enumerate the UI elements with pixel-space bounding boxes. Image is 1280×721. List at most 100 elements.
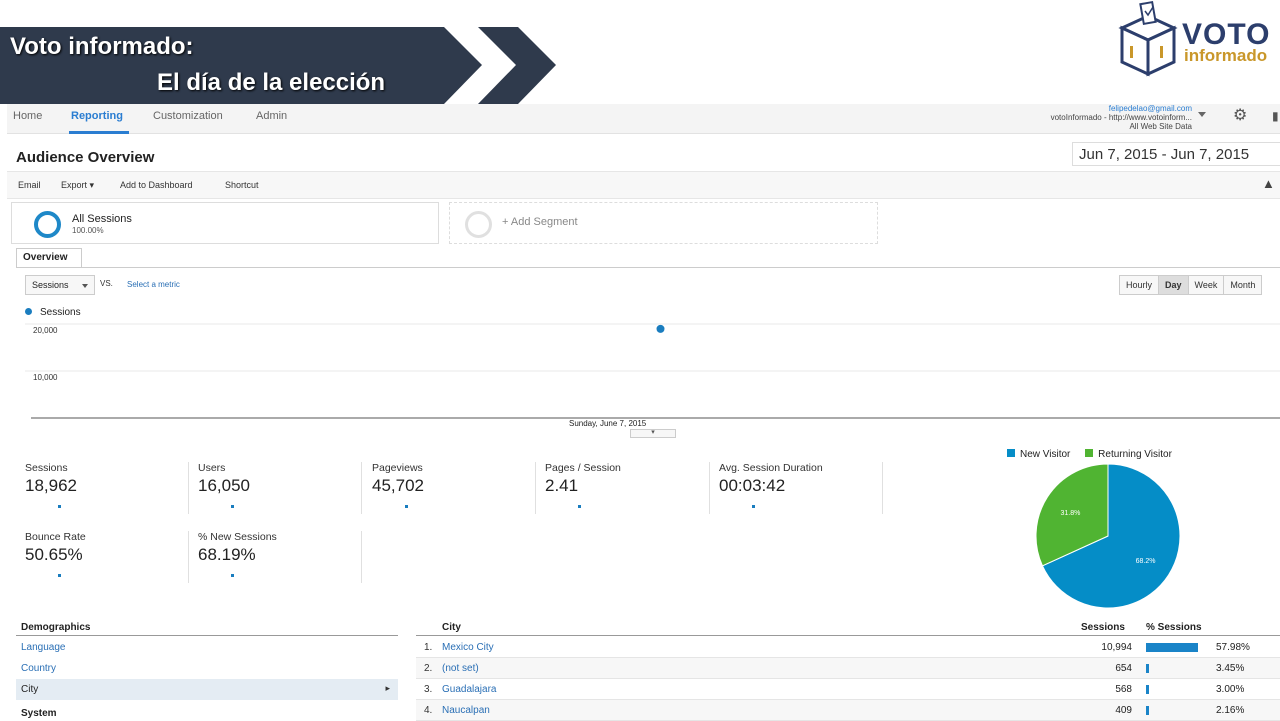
account-view: All Web Site Data (1129, 122, 1192, 131)
bell-icon[interactable]: ▮ (1272, 109, 1280, 123)
pie-slices: 68.2% 31.8% (1035, 464, 1181, 609)
row-number: 2. (424, 663, 433, 674)
city-link[interactable]: Mexico City (442, 642, 494, 653)
row-pct: 3.00% (1216, 684, 1245, 695)
legend-swatch (1007, 449, 1015, 457)
tab-divider (16, 267, 1280, 268)
demographics-language[interactable]: Language (16, 637, 398, 658)
metric-sessions[interactable]: Sessions 18,962 (25, 462, 199, 517)
banner-line-2: El día de la elección (157, 69, 386, 96)
share-bar (1146, 643, 1199, 652)
metric-pages-per-session[interactable]: Pages / Session 2.41 (545, 462, 719, 517)
top-navigation: Home Reporting Customization Admin felip… (7, 104, 1280, 134)
export-button[interactable]: Export ▾ (61, 180, 94, 191)
metric-value: 18,962 (25, 476, 77, 495)
sparkline (752, 505, 755, 508)
row-pct: 3.45% (1216, 663, 1245, 674)
segment-all-sessions[interactable]: All Sessions 100.00% (11, 202, 439, 244)
add-segment-button[interactable]: + Add Segment (449, 202, 878, 244)
metric-bounce-rate[interactable]: Bounce Rate 50.65% (25, 531, 199, 586)
slide-banner: Voto informado: El día de la elección (0, 27, 440, 104)
city-table-header: City Sessions % Sessions (416, 622, 1280, 636)
chevron-down-icon (82, 284, 88, 288)
nav-reporting[interactable]: Reporting (71, 110, 123, 122)
metric-label: Avg. Session Duration (719, 462, 823, 474)
metric-label: Pages / Session (545, 462, 621, 474)
system-heading: System (21, 708, 57, 719)
metric-value: 16,050 (198, 476, 250, 495)
month-button[interactable]: Month (1223, 275, 1263, 295)
sparkline (231, 505, 234, 508)
ballot-box-icon (1118, 0, 1178, 77)
report-actions-bar: Email Export ▾ Add to Dashboard Shortcut (7, 171, 1280, 199)
sparkline (405, 505, 408, 508)
date-range-picker[interactable]: Jun 7, 2015 - Jun 7, 2015 (1072, 142, 1280, 166)
logo-word-informado: informado (1184, 46, 1268, 65)
demographics-heading: Demographics (16, 622, 398, 636)
row-pct: 2.16% (1216, 705, 1245, 716)
metric-pageviews[interactable]: Pageviews 45,702 (372, 462, 546, 517)
metric-label: Users (198, 462, 226, 474)
metric-new-sessions[interactable]: % New Sessions 68.19% (198, 531, 372, 586)
segment-ring-icon (34, 211, 61, 238)
day-button[interactable]: Day (1158, 275, 1189, 295)
city-link[interactable]: Naucalpan (442, 705, 490, 716)
row-number: 3. (424, 684, 433, 695)
metric-divider (188, 462, 189, 514)
pie-legend: New Visitor Returning Visitor (1007, 449, 1172, 460)
chevron-down-icon[interactable] (1198, 112, 1206, 117)
metric-label: Sessions (25, 462, 68, 474)
demographics-country[interactable]: Country (16, 658, 398, 679)
nav-customization[interactable]: Customization (153, 110, 223, 122)
col-city[interactable]: City (442, 622, 461, 633)
week-button[interactable]: Week (1187, 275, 1225, 295)
metric-divider (361, 531, 362, 583)
granularity-buttons: Hourly Day Week Month (1119, 275, 1263, 295)
metric-users[interactable]: Users 16,050 (198, 462, 372, 517)
chart-resize-handle[interactable]: ▾ (630, 429, 676, 438)
graduation-cap-icon[interactable]: ▲ (1262, 176, 1275, 191)
y-tick-20000: 20,000 (33, 326, 58, 335)
legend-returning-visitor: Returning Visitor (1098, 449, 1172, 460)
select-metric-link[interactable]: Select a metric (127, 280, 180, 289)
account-property: votoInformado - http://www.votoinform... (1050, 113, 1192, 122)
demographics-city[interactable]: City ▸ (16, 679, 398, 700)
shortcut-button[interactable]: Shortcut (225, 180, 259, 190)
metric-label: Pageviews (372, 462, 423, 474)
metric-dropdown[interactable]: Sessions (25, 275, 95, 295)
account-selector[interactable]: felipedelao@gmail.com votoInformado - ht… (967, 104, 1192, 131)
metric-avg-session-duration[interactable]: Avg. Session Duration 00:03:42 (719, 462, 893, 517)
city-link[interactable]: (not set) (442, 663, 479, 674)
account-email: felipedelao@gmail.com (1108, 104, 1192, 113)
metric-divider (535, 462, 536, 514)
nav-admin[interactable]: Admin (256, 110, 287, 122)
segment-name: All Sessions (72, 213, 132, 225)
share-bar (1146, 664, 1150, 673)
metric-value: 45,702 (372, 476, 424, 495)
sparkline (578, 505, 581, 508)
metric-value: 50.65% (25, 545, 83, 564)
vs-label: VS. (100, 279, 113, 288)
nav-home[interactable]: Home (13, 110, 42, 122)
add-to-dashboard-button[interactable]: Add to Dashboard (120, 180, 193, 190)
demographics-city-label: City (21, 684, 39, 695)
col-pct-sessions[interactable]: % Sessions (1146, 622, 1202, 633)
row-sessions: 10,994 (1101, 642, 1132, 653)
email-button[interactable]: Email (18, 180, 41, 190)
tab-overview[interactable]: Overview (16, 248, 82, 268)
gear-icon[interactable]: ⚙ (1233, 108, 1249, 124)
sparkline (231, 574, 234, 577)
legend-swatch (1085, 449, 1094, 457)
visitor-pie-chart: 68.2% 31.8% (1035, 464, 1181, 609)
series-dot-icon (25, 308, 32, 315)
metric-divider (188, 531, 189, 583)
hourly-button[interactable]: Hourly (1119, 275, 1160, 295)
data-point[interactable] (656, 324, 665, 333)
col-sessions[interactable]: Sessions (1081, 622, 1125, 633)
city-link[interactable]: Guadalajara (442, 684, 496, 695)
share-bar (1146, 706, 1149, 715)
chart-legend: Sessions (25, 307, 81, 318)
pie-slice-label: 31.8% (1061, 510, 1081, 517)
metric-label: Bounce Rate (25, 531, 86, 543)
x-axis-date-label: Sunday, June 7, 2015 (567, 419, 649, 428)
